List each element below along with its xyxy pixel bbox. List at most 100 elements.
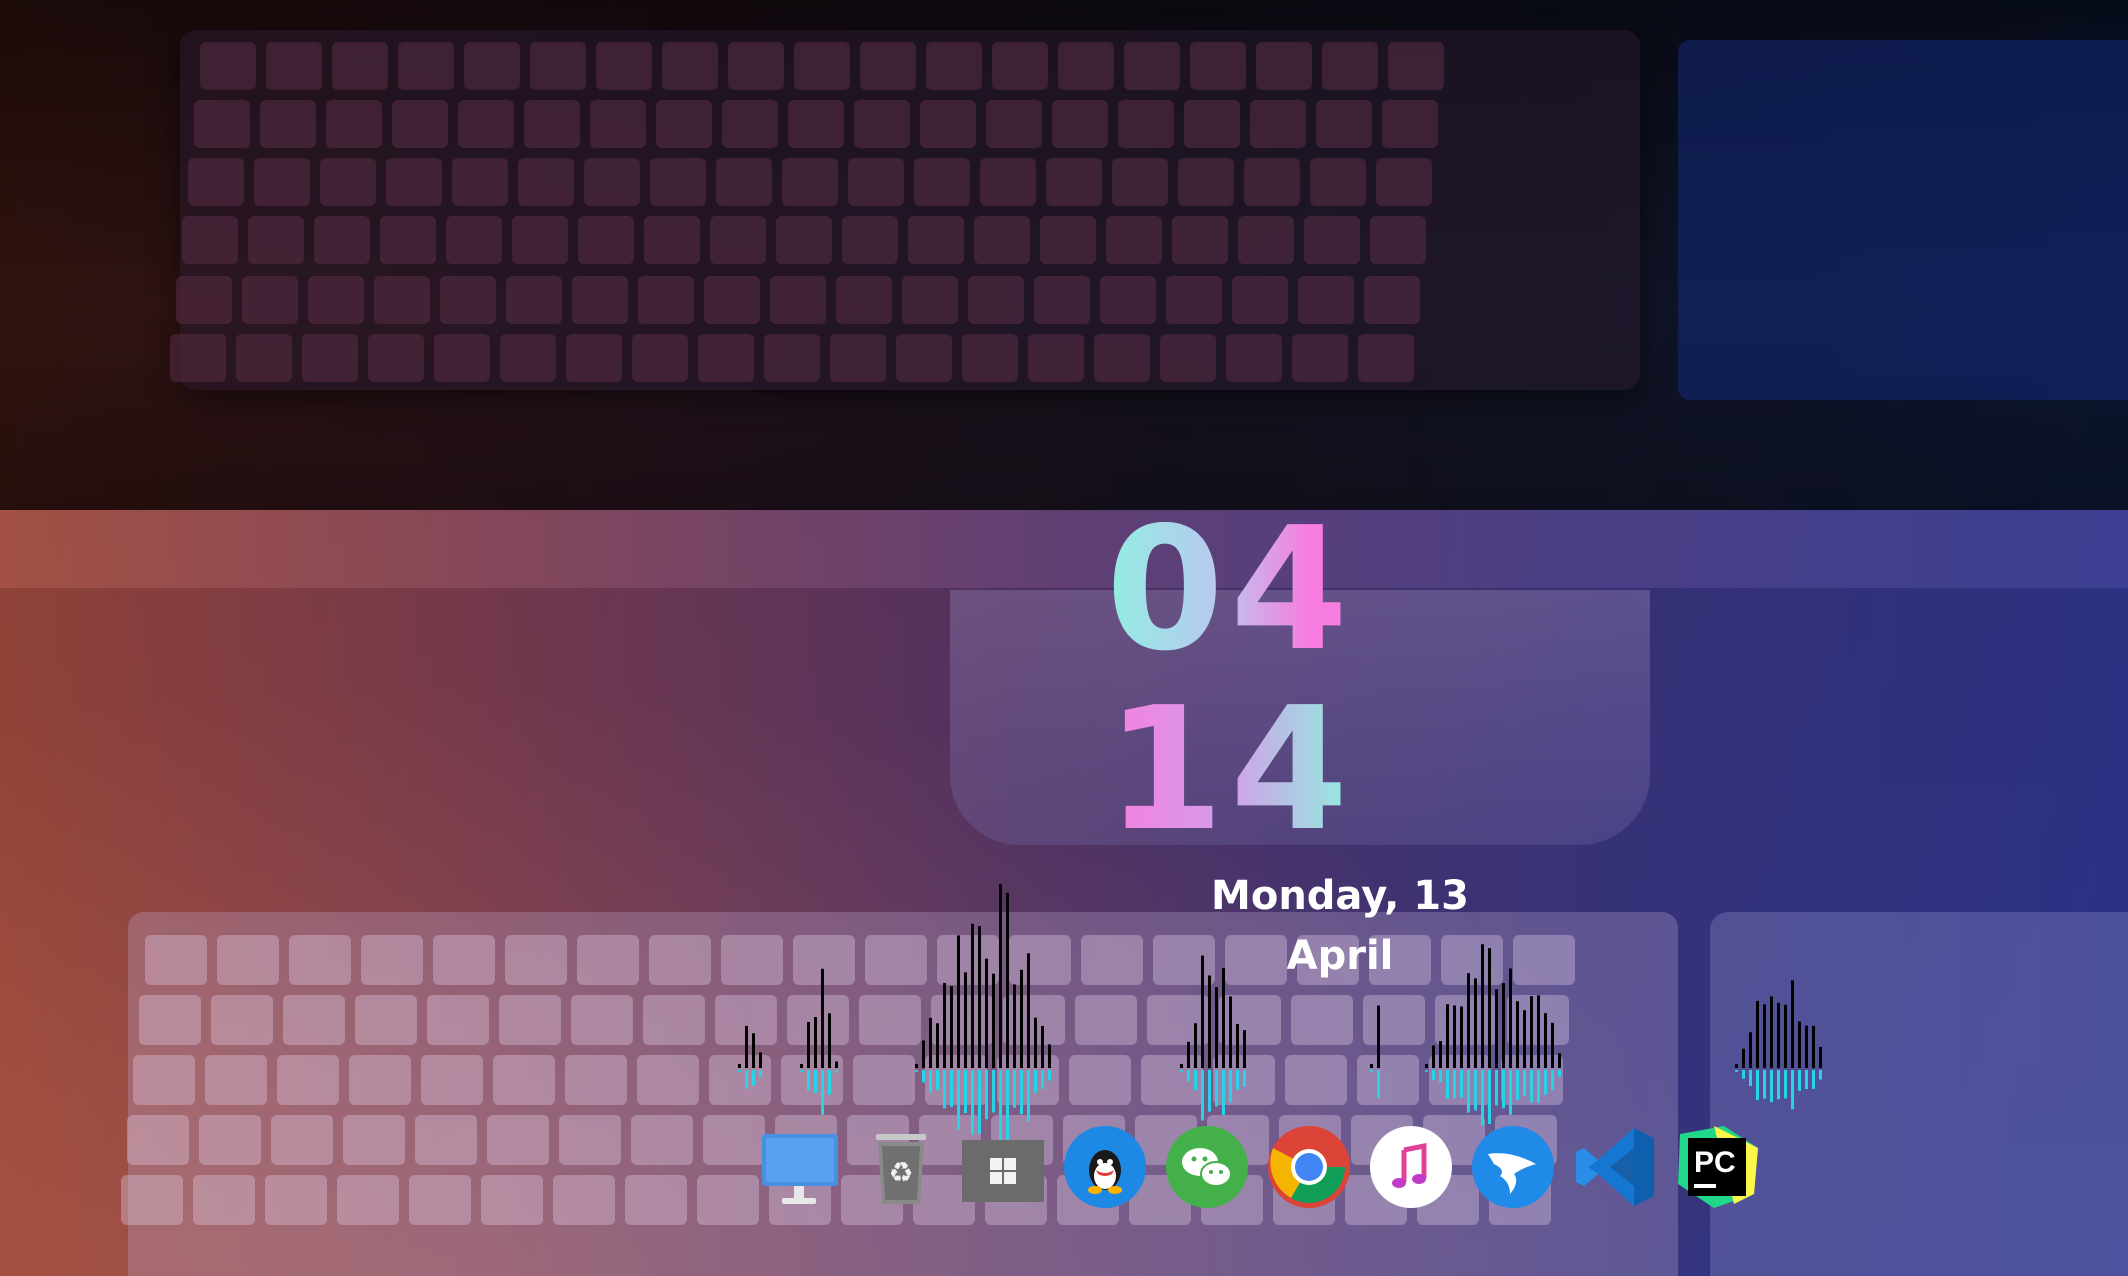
wallpaper-key bbox=[1435, 995, 1497, 1045]
wallpaper-key bbox=[1052, 100, 1108, 148]
wallpaper-key bbox=[980, 158, 1036, 206]
wallpaper-key-row bbox=[170, 334, 1414, 382]
wallpaper-key bbox=[145, 935, 207, 985]
wallpaper-key bbox=[1094, 334, 1150, 382]
wallpaper-key bbox=[1160, 334, 1216, 382]
wallpaper-key bbox=[199, 1115, 261, 1165]
clock-hour: 04 bbox=[1100, 500, 1360, 680]
wallpaper-key bbox=[1141, 1055, 1203, 1105]
feishu-icon[interactable] bbox=[1470, 1124, 1556, 1210]
wallpaper-key bbox=[205, 1055, 267, 1105]
wallpaper-key bbox=[565, 1055, 627, 1105]
wallpaper-key bbox=[1256, 42, 1312, 90]
wechat-icon[interactable] bbox=[1164, 1124, 1250, 1210]
wallpaper-key bbox=[1112, 158, 1168, 206]
wallpaper-key bbox=[710, 216, 766, 264]
wallpaper-key bbox=[277, 1055, 339, 1105]
wallpaper-key bbox=[914, 158, 970, 206]
pycharm-icon[interactable]: PC bbox=[1674, 1124, 1760, 1210]
wallpaper-trackpad-dark bbox=[1678, 40, 2128, 400]
itunes-icon[interactable] bbox=[1368, 1124, 1454, 1210]
wallpaper-key bbox=[931, 995, 993, 1045]
wallpaper-key bbox=[697, 1175, 759, 1225]
control-panel-icon[interactable] bbox=[960, 1124, 1046, 1210]
wallpaper-key bbox=[1190, 42, 1246, 90]
wallpaper-key bbox=[386, 158, 442, 206]
wallpaper-key bbox=[308, 276, 364, 324]
wallpaper-key bbox=[770, 276, 826, 324]
wallpaper-key bbox=[500, 334, 556, 382]
wallpaper-key bbox=[571, 995, 633, 1045]
wallpaper-key bbox=[709, 1055, 771, 1105]
wallpaper-key bbox=[781, 1055, 843, 1105]
wallpaper-key bbox=[1166, 276, 1222, 324]
wallpaper-key bbox=[793, 935, 855, 985]
wallpaper-key bbox=[1316, 100, 1372, 148]
wallpaper-key bbox=[194, 100, 250, 148]
wallpaper-key bbox=[242, 276, 298, 324]
wallpaper-key bbox=[1003, 995, 1065, 1045]
wallpaper-key bbox=[188, 158, 244, 206]
wallpaper-key bbox=[1009, 935, 1071, 985]
wallpaper-key bbox=[788, 100, 844, 148]
wallpaper-key bbox=[1291, 995, 1353, 1045]
wallpaper-key bbox=[926, 42, 982, 90]
wallpaper-key bbox=[506, 276, 562, 324]
wallpaper-key bbox=[925, 1055, 987, 1105]
wallpaper-key bbox=[854, 100, 910, 148]
wallpaper-key bbox=[368, 334, 424, 382]
wallpaper-key bbox=[1357, 1055, 1419, 1105]
wallpaper-key bbox=[440, 276, 496, 324]
wallpaper-key bbox=[518, 158, 574, 206]
wallpaper-key bbox=[326, 100, 382, 148]
pycharm-label: PC bbox=[1694, 1146, 1736, 1179]
wallpaper-key bbox=[830, 334, 886, 382]
wallpaper-key bbox=[200, 42, 256, 90]
wallpaper-key bbox=[715, 995, 777, 1045]
wallpaper-key bbox=[512, 216, 568, 264]
wallpaper-key bbox=[217, 935, 279, 985]
wallpaper-key bbox=[380, 216, 436, 264]
wallpaper-key bbox=[1292, 334, 1348, 382]
wallpaper-key bbox=[1147, 995, 1209, 1045]
wallpaper-key bbox=[283, 995, 345, 1045]
wallpaper-key bbox=[860, 42, 916, 90]
wallpaper-key bbox=[1226, 334, 1282, 382]
wallpaper-key bbox=[409, 1175, 471, 1225]
chrome-icon[interactable] bbox=[1266, 1124, 1352, 1210]
wallpaper-key bbox=[992, 42, 1048, 90]
wallpaper-key bbox=[1250, 100, 1306, 148]
wallpaper-key bbox=[133, 1055, 195, 1105]
wallpaper-key bbox=[553, 1175, 615, 1225]
this-pc-icon[interactable] bbox=[756, 1124, 842, 1210]
clock-widget: 04 14 bbox=[1100, 500, 1360, 860]
wallpaper-key bbox=[392, 100, 448, 148]
wallpaper-key bbox=[265, 1175, 327, 1225]
qq-icon[interactable] bbox=[1062, 1124, 1148, 1210]
wallpaper-key bbox=[638, 276, 694, 324]
wallpaper-key bbox=[415, 1115, 477, 1165]
wallpaper-key bbox=[662, 42, 718, 90]
recycle-bin-icon[interactable]: ♻ bbox=[858, 1124, 944, 1210]
wallpaper-key bbox=[704, 276, 760, 324]
wallpaper-key bbox=[1388, 42, 1444, 90]
wallpaper-key bbox=[1285, 1055, 1347, 1105]
wallpaper-key bbox=[1081, 935, 1143, 985]
wallpaper-key bbox=[421, 1055, 483, 1105]
wallpaper-key-row bbox=[182, 216, 1426, 264]
wallpaper-key bbox=[1363, 995, 1425, 1045]
wallpaper-key bbox=[1232, 276, 1288, 324]
wallpaper-key bbox=[1238, 216, 1294, 264]
wallpaper-key bbox=[1364, 276, 1420, 324]
wallpaper-key bbox=[1124, 42, 1180, 90]
wallpaper-key bbox=[1034, 276, 1090, 324]
wallpaper-key bbox=[920, 100, 976, 148]
vscode-icon[interactable] bbox=[1572, 1124, 1658, 1210]
wallpaper-key bbox=[937, 935, 999, 985]
wallpaper-key bbox=[997, 1055, 1059, 1105]
wallpaper-key bbox=[289, 935, 351, 985]
wallpaper-key bbox=[1172, 216, 1228, 264]
wallpaper-key bbox=[320, 158, 376, 206]
wallpaper-key bbox=[1075, 995, 1137, 1045]
wallpaper-key bbox=[193, 1175, 255, 1225]
